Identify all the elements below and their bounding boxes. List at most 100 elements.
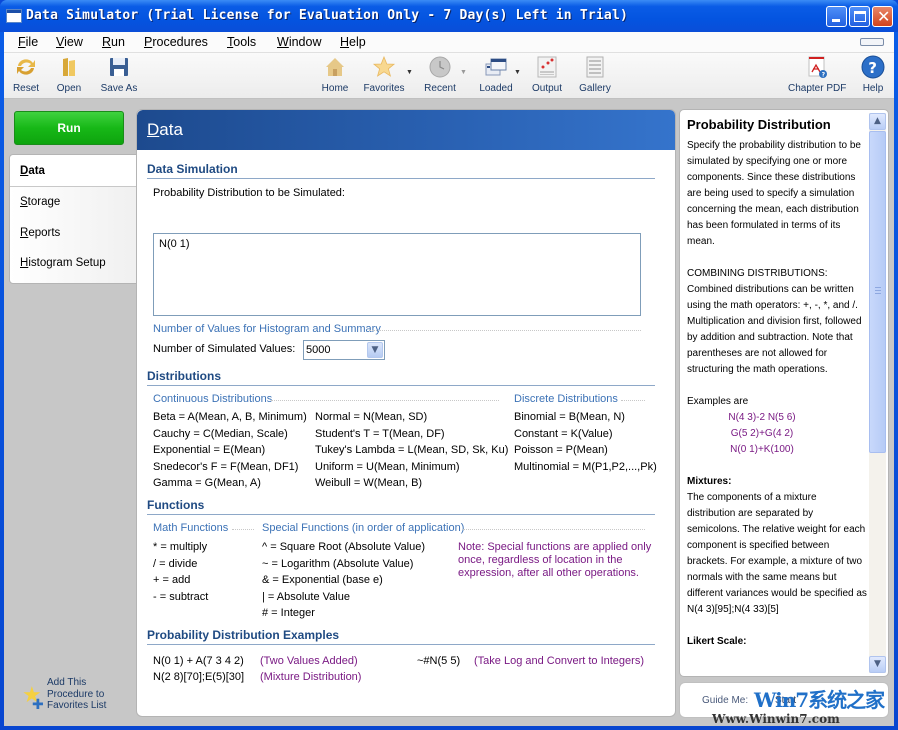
help-example: N(4 3)-2 N(5 6) [728, 412, 796, 423]
app-icon [6, 9, 22, 23]
section-title-data-simulation: Data Simulation [147, 162, 238, 176]
menu-help[interactable]: Help [340, 35, 366, 49]
section-divider [147, 178, 655, 179]
main-panel: Data Data Simulation Probability Distrib… [136, 109, 676, 717]
menu-view[interactable]: View [56, 35, 83, 49]
dotted-divider [271, 400, 499, 401]
function-item: + = add [153, 574, 191, 586]
menu-window[interactable]: Window [277, 35, 321, 49]
dotted-divider [621, 400, 645, 401]
help-scrollbar[interactable]: ▲ ▼ [869, 113, 886, 673]
help-intro: Specify the probability distribution to … [687, 140, 861, 247]
dist-item: Uniform = U(Mean, Minimum) [315, 461, 460, 473]
dist-item: Binomial = B(Mean, N) [514, 411, 625, 423]
example-desc: (Mixture Distribution) [260, 671, 362, 683]
dist-item: Gamma = G(Mean, A) [153, 477, 261, 489]
help-mixtures: The components of a mixture distribution… [687, 492, 867, 599]
example-expr: N(0 1) + A(7 3 4 2) [153, 655, 244, 667]
panel-header: Data [137, 110, 675, 150]
dist-item: Multinomial = M(P1,P2,...,Pk) [514, 461, 657, 473]
section-divider [147, 385, 655, 386]
watermark-brand: Win7系统之家 [754, 688, 885, 712]
toolbar: Reset Open Save As Home ▼ Favorites ▼ Re… [4, 53, 894, 99]
run-button[interactable]: Run [14, 111, 124, 145]
recent-button[interactable]: ▼ Recent [422, 55, 467, 94]
clock-icon [428, 55, 452, 79]
num-values-select[interactable]: 5000 ▼ [303, 340, 385, 360]
function-item: & = Exponential (base e) [262, 574, 383, 586]
example-expr: ~#N(5 5) [417, 655, 461, 667]
output-button[interactable]: Output [531, 55, 563, 94]
dotted-divider [463, 529, 645, 530]
loaded-button[interactable]: ▼ Loaded [478, 55, 521, 94]
section-title-functions: Functions [147, 498, 205, 512]
chapter-pdf-button[interactable]: ? Chapter PDF [788, 55, 846, 94]
scatter-plot-icon [535, 55, 559, 79]
help-button[interactable]: ? Help [859, 55, 887, 94]
help-example: G(5 2)+G(4 2) [730, 428, 794, 439]
restore-layout-button[interactable] [860, 38, 884, 46]
close-button[interactable]: ✕ [872, 6, 893, 27]
home-button[interactable]: Home [320, 55, 350, 94]
scroll-up-icon[interactable]: ▲ [869, 113, 886, 130]
save-as-button[interactable]: Save As [99, 55, 139, 94]
svg-text:?: ? [868, 59, 877, 77]
recent-dropdown-icon[interactable]: ▼ [460, 69, 467, 76]
help-combining: COMBINING DISTRIBUTIONS: Combined distri… [687, 268, 862, 375]
dist-item: Student's T = T(Mean, DF) [315, 428, 445, 440]
values-subtitle: Number of Values for Histogram and Summa… [153, 323, 381, 335]
example-expr: N(2 8)[70];E(5)[30] [153, 671, 245, 683]
minimize-button[interactable] [826, 6, 847, 27]
dist-item: Cauchy = C(Median, Scale) [153, 428, 288, 440]
reset-button[interactable]: Reset [12, 55, 40, 94]
favorites-button[interactable]: ▼ Favorites [362, 55, 413, 94]
nav-item-storage[interactable]: Storage [20, 196, 60, 208]
maximize-button[interactable] [849, 6, 870, 27]
dist-item: Normal = N(Mean, SD) [315, 411, 428, 423]
function-item: | = Absolute Value [262, 591, 350, 603]
title-bar[interactable]: Data Simulator (Trial License for Evalua… [0, 0, 898, 32]
math-functions-title: Math Functions [153, 522, 229, 534]
favorites-dropdown-icon[interactable]: ▼ [406, 69, 413, 76]
nav-item-reports[interactable]: Reports [20, 227, 60, 239]
function-item: * = multiply [153, 541, 208, 553]
nav-item-data[interactable]: Data [20, 165, 45, 177]
star-icon [372, 55, 396, 79]
help-title: Probability Distribution [687, 117, 831, 132]
gallery-button[interactable]: Gallery [578, 55, 612, 94]
plus-icon: ✚ [32, 697, 44, 713]
function-item: - = subtract [153, 591, 209, 603]
watermark-url: Www.Winwin7.com [712, 712, 840, 726]
home-icon [323, 55, 347, 79]
function-item: ~ = Logarithm (Absolute Value) [262, 558, 414, 570]
help-example: N(0 1)+K(100) [730, 444, 794, 455]
gallery-icon [583, 55, 607, 79]
dist-item: Beta = A(Mean, A, B, Minimum) [153, 411, 307, 423]
nav-item-histogram-setup[interactable]: Histogram Setup [20, 257, 106, 269]
example-desc: (Two Values Added) [260, 655, 358, 667]
section-divider [147, 514, 655, 515]
loaded-dropdown-icon[interactable]: ▼ [514, 69, 521, 76]
menu-file[interactable]: File [18, 35, 38, 49]
help-icon: ? [861, 55, 885, 79]
dotted-divider [369, 330, 641, 331]
add-to-favorites-link[interactable]: ★ ✚ Add This Procedure to Favorites List [22, 677, 132, 717]
menu-procedures[interactable]: Procedures [144, 35, 208, 49]
menu-run[interactable]: Run [102, 35, 125, 49]
menu-tools[interactable]: Tools [227, 35, 256, 49]
dist-label: Probability Distribution to be Simulated… [153, 187, 345, 199]
window-title: Data Simulator (Trial License for Evalua… [26, 8, 628, 23]
help-content: Probability Distribution Specify the pro… [687, 116, 867, 650]
windows-icon [484, 55, 508, 79]
chevron-down-icon[interactable]: ▼ [367, 342, 383, 358]
maximize-icon [854, 11, 866, 22]
open-folder-icon [57, 55, 81, 79]
distribution-input[interactable]: N(0 1) [153, 233, 641, 316]
dist-item: Constant = K(Value) [514, 428, 613, 440]
grip-icon [875, 287, 881, 294]
open-button[interactable]: Open [55, 55, 83, 94]
scroll-down-icon[interactable]: ▼ [869, 656, 886, 673]
scroll-thumb[interactable] [869, 131, 886, 453]
example-desc: (Take Log and Convert to Integers) [474, 655, 644, 667]
section-title-distributions: Distributions [147, 369, 221, 383]
